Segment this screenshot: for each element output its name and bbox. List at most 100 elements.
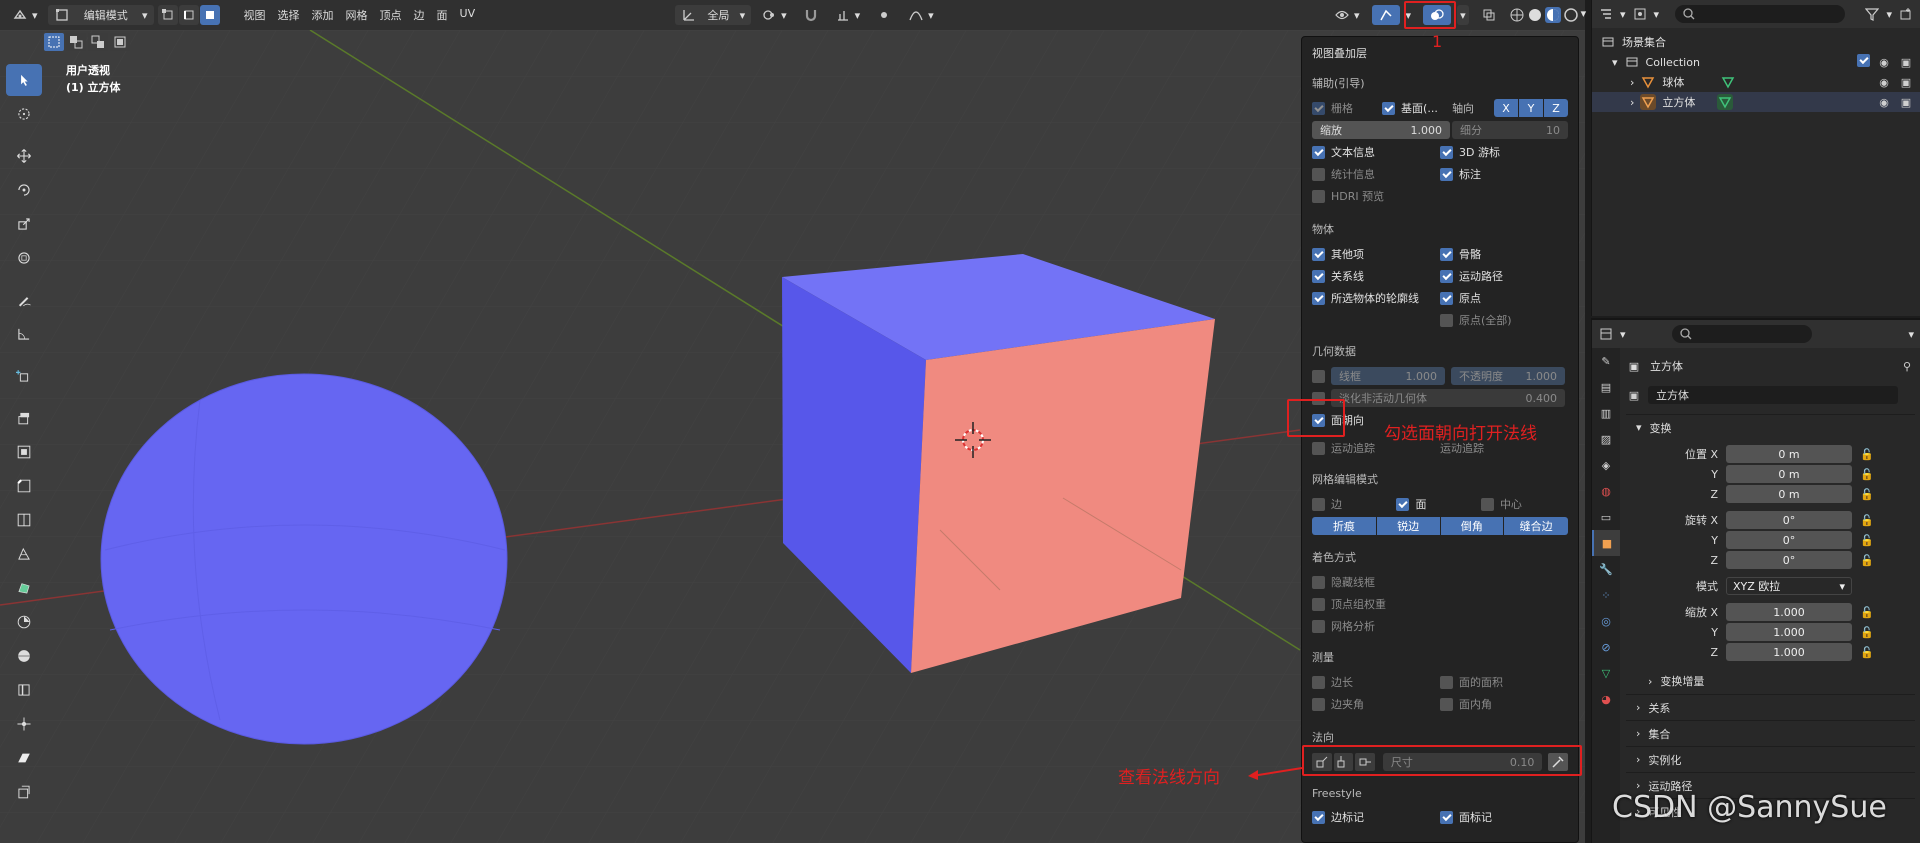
lock-icon[interactable]: 🔓: [1860, 646, 1874, 659]
instancing-panel-header[interactable]: › 实例化: [1626, 746, 1915, 772]
seam-toggle[interactable]: 缝合边: [1504, 517, 1568, 535]
edges-checkbox[interactable]: 边: [1312, 496, 1396, 512]
origins-all-checkbox[interactable]: 原点(全部): [1440, 312, 1568, 328]
select-extend-button[interactable]: [66, 33, 86, 51]
tool-transform[interactable]: [6, 242, 42, 274]
outliner-scene-collection[interactable]: 场景集合: [1592, 32, 1920, 52]
tab-world[interactable]: ◍: [1592, 478, 1620, 504]
hidden-wire-checkbox[interactable]: 隐藏线框: [1312, 574, 1568, 590]
menu-view[interactable]: 视图: [238, 7, 272, 23]
tab-view-layer[interactable]: ▨: [1592, 426, 1620, 452]
tab-modifiers[interactable]: 🔧: [1592, 556, 1620, 582]
bevel-toggle[interactable]: 倒角: [1440, 517, 1504, 535]
mesh-data-icon[interactable]: [1720, 74, 1736, 90]
vertex-group-weights-checkbox[interactable]: 顶点组权重: [1312, 596, 1568, 612]
annotations-checkbox[interactable]: 标注: [1440, 166, 1568, 182]
location-x-field[interactable]: 0 m: [1726, 445, 1852, 463]
properties-editor-icon[interactable]: [1598, 326, 1614, 342]
object-datablock-icon[interactable]: ▣: [1626, 387, 1642, 403]
lock-icon[interactable]: 🔓: [1860, 448, 1874, 461]
relations-panel-header[interactable]: › 关系: [1626, 694, 1915, 720]
chevron-down-icon[interactable]: ▾: [1581, 7, 1587, 23]
tool-rotate[interactable]: [6, 174, 42, 206]
chevron-down-icon[interactable]: ▾: [1886, 8, 1892, 21]
tab-tool[interactable]: ✎: [1592, 348, 1620, 374]
properties-search-input[interactable]: [1671, 325, 1812, 343]
tool-knife[interactable]: [6, 538, 42, 570]
mode-dropdown[interactable]: 编辑模式 ▾: [47, 5, 154, 25]
eye-icon[interactable]: ◉: [1876, 54, 1892, 70]
chevron-down-icon[interactable]: ▾: [1620, 328, 1626, 341]
eye-icon[interactable]: ◉: [1876, 94, 1892, 110]
face-select-button[interactable]: [199, 5, 220, 25]
collections-panel-header[interactable]: › 集合: [1626, 720, 1915, 746]
select-new-button[interactable]: [44, 33, 64, 51]
chevron-right-icon[interactable]: ›: [1630, 96, 1634, 109]
wireframe-checkbox[interactable]: [1312, 369, 1325, 383]
3d-cursor-checkbox[interactable]: 3D 游标: [1440, 144, 1568, 160]
tool-rip[interactable]: [6, 776, 42, 808]
tool-loop-cut[interactable]: [6, 504, 42, 536]
rotation-mode-dropdown[interactable]: XYZ 欧拉 ▾: [1726, 577, 1852, 595]
collection-exclude-checkbox[interactable]: [1857, 54, 1870, 67]
chevron-down-icon[interactable]: ▾: [1620, 8, 1626, 21]
outliner-editor-icon[interactable]: [1598, 6, 1614, 22]
tab-material[interactable]: ◕: [1592, 686, 1620, 712]
camera-icon[interactable]: ▣: [1898, 74, 1914, 90]
menu-face[interactable]: 面: [431, 7, 454, 23]
sharp-toggle[interactable]: 锐边: [1376, 517, 1440, 535]
select-invert-button[interactable]: [110, 33, 130, 51]
hdri-preview-checkbox[interactable]: HDRI 预览: [1312, 188, 1440, 204]
camera-icon[interactable]: ▣: [1898, 94, 1914, 110]
outline-selected-checkbox[interactable]: 所选物体的轮廓线: [1312, 290, 1440, 306]
bones-checkbox[interactable]: 骨骼: [1440, 246, 1568, 262]
overlay-dropdown[interactable]: ▾: [1457, 5, 1469, 25]
menu-edge[interactable]: 边: [408, 7, 431, 23]
tab-object[interactable]: ■: [1592, 530, 1620, 556]
extras-checkbox[interactable]: 其他项: [1312, 246, 1440, 262]
tool-scale[interactable]: [6, 208, 42, 240]
tab-particles[interactable]: ⁘: [1592, 582, 1620, 608]
xray-toggle[interactable]: [1475, 5, 1503, 25]
axis-x-toggle[interactable]: X: [1494, 99, 1518, 117]
grid-subdivisions-field[interactable]: 细分 10: [1452, 121, 1568, 139]
menu-vertex[interactable]: 顶点: [374, 7, 408, 23]
rendered-shading-icon[interactable]: [1563, 7, 1579, 23]
location-z-field[interactable]: 0 m: [1726, 485, 1852, 503]
solid-shading-icon[interactable]: [1527, 7, 1543, 23]
menu-select[interactable]: 选择: [272, 7, 306, 23]
lock-icon[interactable]: 🔓: [1860, 606, 1874, 619]
lock-icon[interactable]: 🔓: [1860, 514, 1874, 527]
snap-toggle[interactable]: [797, 5, 825, 25]
edge-select-button[interactable]: [178, 5, 199, 25]
pin-icon[interactable]: ⚲: [1899, 358, 1915, 374]
outliner-item-sphere[interactable]: › 球体 ◉ ▣: [1592, 72, 1920, 92]
rotation-x-field[interactable]: 0°: [1726, 511, 1852, 529]
chevron-right-icon[interactable]: ›: [1630, 76, 1634, 89]
display-mode-icon[interactable]: [1632, 6, 1648, 22]
filter-icon[interactable]: [1864, 6, 1880, 22]
chevron-down-icon[interactable]: ▾: [1908, 328, 1914, 341]
tab-collection[interactable]: ▭: [1592, 504, 1620, 530]
visibility-dropdown[interactable]: ▾: [1328, 5, 1366, 25]
edge-length-checkbox[interactable]: 边长: [1312, 674, 1440, 690]
tab-render[interactable]: ▤: [1592, 374, 1620, 400]
outliner-collection[interactable]: ▾ Collection ◉ ▣: [1592, 52, 1920, 72]
vertex-select-button[interactable]: [157, 5, 178, 25]
grid-checkbox[interactable]: 栅格: [1312, 100, 1382, 116]
wireframe-shading-icon[interactable]: [1509, 7, 1525, 23]
delta-transform-header[interactable]: › 变换增量: [1626, 668, 1915, 694]
rotation-y-field[interactable]: 0°: [1726, 531, 1852, 549]
tab-output[interactable]: ▥: [1592, 400, 1620, 426]
tool-bevel[interactable]: [6, 470, 42, 502]
lock-icon[interactable]: 🔓: [1860, 554, 1874, 567]
tab-scene[interactable]: ◈: [1592, 452, 1620, 478]
tool-add-cube[interactable]: [6, 360, 42, 392]
edge-marks-checkbox[interactable]: 边标记: [1312, 809, 1440, 825]
tool-poly-build[interactable]: [6, 572, 42, 604]
eye-icon[interactable]: ◉: [1876, 74, 1892, 90]
transform-orientation-dropdown[interactable]: 全局 ▾: [675, 5, 752, 25]
tool-edge-slide[interactable]: [6, 674, 42, 706]
wireframe-field[interactable]: 线框 1.000: [1331, 367, 1445, 385]
select-subtract-button[interactable]: [88, 33, 108, 51]
